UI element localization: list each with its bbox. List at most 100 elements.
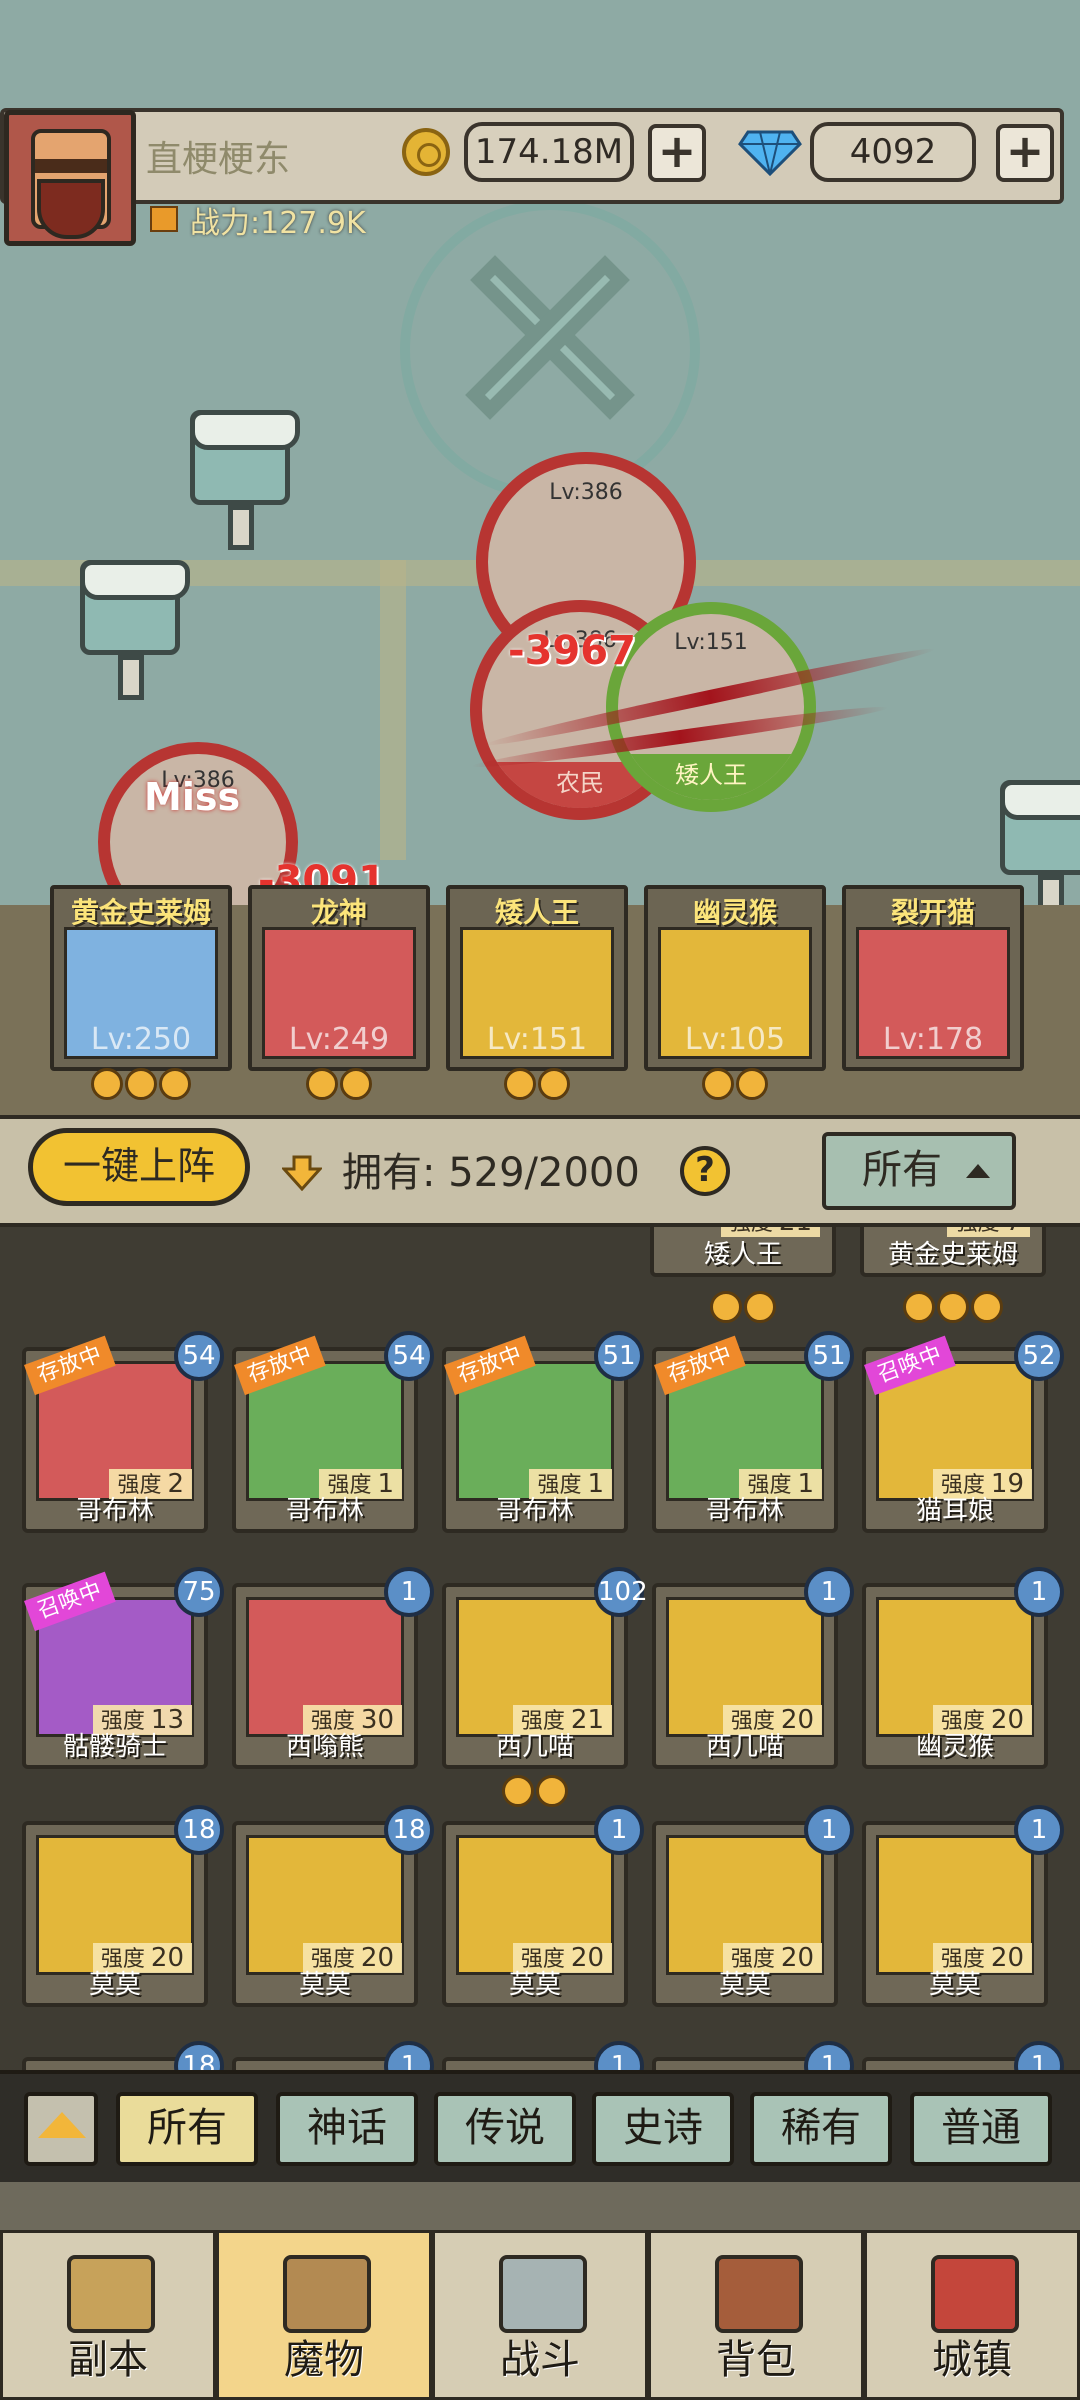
- monster-card[interactable]: 1: [862, 2041, 1064, 2070]
- team-slot[interactable]: 矮人王 Lv:151: [446, 885, 628, 1071]
- star-icon: [710, 1291, 742, 1323]
- monster-name: 莫莫: [508, 1970, 561, 2000]
- monster-name: 骷髅骑士: [62, 1732, 167, 1762]
- star-rating: [50, 1068, 232, 1102]
- nav-label: 背包: [716, 2337, 796, 2383]
- monster-name: 莫莫: [718, 1970, 771, 2000]
- monster-card[interactable]: 强度 19 猫耳娘 52 召唤中: [862, 1331, 1064, 1533]
- monster-card[interactable]: 强度 20 西几喵 1: [652, 1567, 854, 1769]
- arrow-down-icon: [280, 1155, 324, 1192]
- team-slot-level: Lv:105: [684, 1022, 786, 1057]
- crossed-swords-icon: [499, 2255, 587, 2333]
- copy-count-badge: 52: [1014, 1331, 1064, 1381]
- monster-name: 哥布林: [285, 1496, 364, 1526]
- monster-card[interactable]: 18: [22, 2041, 224, 2070]
- team-slot-name: 裂开猫: [890, 896, 975, 929]
- team-slot-name: 黄金史莱姆: [70, 896, 211, 929]
- team-slot[interactable]: 黄金史莱姆 Lv:250: [50, 885, 232, 1071]
- monster-card[interactable]: 强度 20 莫莫 1: [442, 1805, 644, 2007]
- auto-deploy-button[interactable]: 一键上阵: [28, 1128, 250, 1206]
- team-slot-level: Lv:178: [882, 1022, 984, 1057]
- triangle-up-icon: [966, 1164, 990, 1178]
- nav-item[interactable]: 副本: [0, 2230, 216, 2400]
- star-icon: [736, 1068, 768, 1100]
- star-icon: [937, 1291, 969, 1323]
- damage-number: -3967: [508, 628, 636, 674]
- rarity-tab[interactable]: 传说: [434, 2092, 576, 2166]
- monster-card[interactable]: 强度 13 骷髅骑士 75 召唤中: [22, 1567, 224, 1769]
- team-slot[interactable]: 龙神 Lv:249: [248, 885, 430, 1071]
- team-slot-level: Lv:151: [486, 1022, 588, 1057]
- power-icon: [150, 206, 178, 232]
- monster-name: 猫耳娘: [915, 1496, 994, 1526]
- monster-card[interactable]: 强度7黄金史莱姆: [860, 1227, 1046, 1277]
- nav-item[interactable]: 城镇: [864, 2230, 1080, 2400]
- road: [380, 560, 406, 860]
- monster-card[interactable]: 强度 20 莫莫 18: [22, 1805, 224, 2007]
- copy-count-badge: 1: [384, 1567, 434, 1617]
- monster-name: 矮人王: [703, 1240, 782, 1270]
- monster-card[interactable]: 强度 1 哥布林 54 存放中: [232, 1331, 434, 1533]
- copy-count-badge: 1: [1014, 1567, 1064, 1617]
- combat-power: 战力:127.9K: [190, 206, 366, 241]
- monster-name: 西嗡熊: [285, 1732, 364, 1762]
- monster-card[interactable]: 1: [232, 2041, 434, 2070]
- gold-coin-icon: [402, 128, 450, 176]
- monster-card[interactable]: 强度 30 西嗡熊 1: [232, 1567, 434, 1769]
- rarity-tab[interactable]: 史诗: [592, 2092, 734, 2166]
- copy-count-badge: 1: [1014, 1805, 1064, 1855]
- monster-card[interactable]: 强度 1 哥布林 51 存放中: [652, 1331, 854, 1533]
- rarity-tab[interactable]: 所有: [116, 2092, 258, 2166]
- monster-card[interactable]: 强度 20 莫莫 1: [862, 1805, 1064, 2007]
- star-icon: [159, 1068, 191, 1100]
- player-avatar[interactable]: [4, 110, 136, 246]
- map-icon: [67, 2255, 155, 2333]
- monster-name: 哥布林: [495, 1496, 574, 1526]
- filter-dropdown[interactable]: 所有: [822, 1132, 1016, 1210]
- monster-card[interactable]: 强度21矮人王: [650, 1227, 836, 1277]
- monster-card[interactable]: 强度 20 莫莫 1: [652, 1805, 854, 2007]
- monster-card[interactable]: 强度 1 哥布林 51 存放中: [442, 1331, 644, 1533]
- help-button[interactable]: ?: [680, 1146, 730, 1196]
- team-slot[interactable]: 幽灵猴 Lv:105: [644, 885, 826, 1071]
- monster-card[interactable]: 1: [442, 2041, 644, 2070]
- add-gold-button[interactable]: +: [648, 124, 706, 182]
- monster-card[interactable]: 1: [652, 2041, 854, 2070]
- rarity-tab[interactable]: 稀有: [750, 2092, 892, 2166]
- copy-count-badge: 75: [174, 1567, 224, 1617]
- monster-card[interactable]: 强度 21 西几喵 102: [442, 1567, 648, 1769]
- monster-card[interactable]: 强度 2 哥布林 54 存放中: [22, 1331, 224, 1533]
- nav-item[interactable]: 战斗: [432, 2230, 648, 2400]
- collapse-arrow-icon[interactable]: [24, 2092, 98, 2166]
- monster-card[interactable]: 强度 20 幽灵猴 1: [862, 1567, 1064, 1769]
- copy-count-badge: 1: [594, 2041, 644, 2070]
- star-rating: [860, 1291, 1046, 1325]
- rarity-tab[interactable]: 普通: [910, 2092, 1052, 2166]
- team-slot-level: Lv:249: [288, 1022, 390, 1057]
- gold-amount: 174.18M: [464, 122, 634, 182]
- miss-text: Miss: [144, 775, 241, 819]
- monster-name: 莫莫: [928, 1970, 981, 2000]
- monster-card[interactable]: 强度 20 莫莫 18: [232, 1805, 434, 2007]
- team-slot[interactable]: 裂开猫 Lv:178: [842, 885, 1024, 1071]
- star-icon: [91, 1068, 123, 1100]
- copy-count-badge: 18: [174, 1805, 224, 1855]
- copy-count-badge: 102: [594, 1567, 648, 1617]
- monster-name: 莫莫: [88, 1970, 141, 2000]
- star-icon: [971, 1291, 1003, 1323]
- team-slot-name: 幽灵猴: [692, 896, 777, 929]
- monster-name: 莫莫: [298, 1970, 351, 2000]
- nav-item[interactable]: 魔物: [216, 2230, 432, 2400]
- monster-name: 黄金史莱姆: [887, 1240, 1018, 1270]
- owned-label: 拥有:: [342, 1150, 436, 1196]
- star-icon: [502, 1775, 534, 1807]
- nav-item[interactable]: 背包: [648, 2230, 864, 2400]
- monster-name: 西几喵: [705, 1732, 784, 1762]
- monster-name: 哥布林: [75, 1496, 154, 1526]
- add-gem-button[interactable]: +: [996, 124, 1054, 182]
- copy-count-badge: 51: [594, 1331, 644, 1381]
- copy-count-badge: 54: [384, 1331, 434, 1381]
- rarity-tab[interactable]: 神话: [276, 2092, 418, 2166]
- team-slot-name: 矮人王: [494, 896, 579, 929]
- tree: [80, 560, 190, 710]
